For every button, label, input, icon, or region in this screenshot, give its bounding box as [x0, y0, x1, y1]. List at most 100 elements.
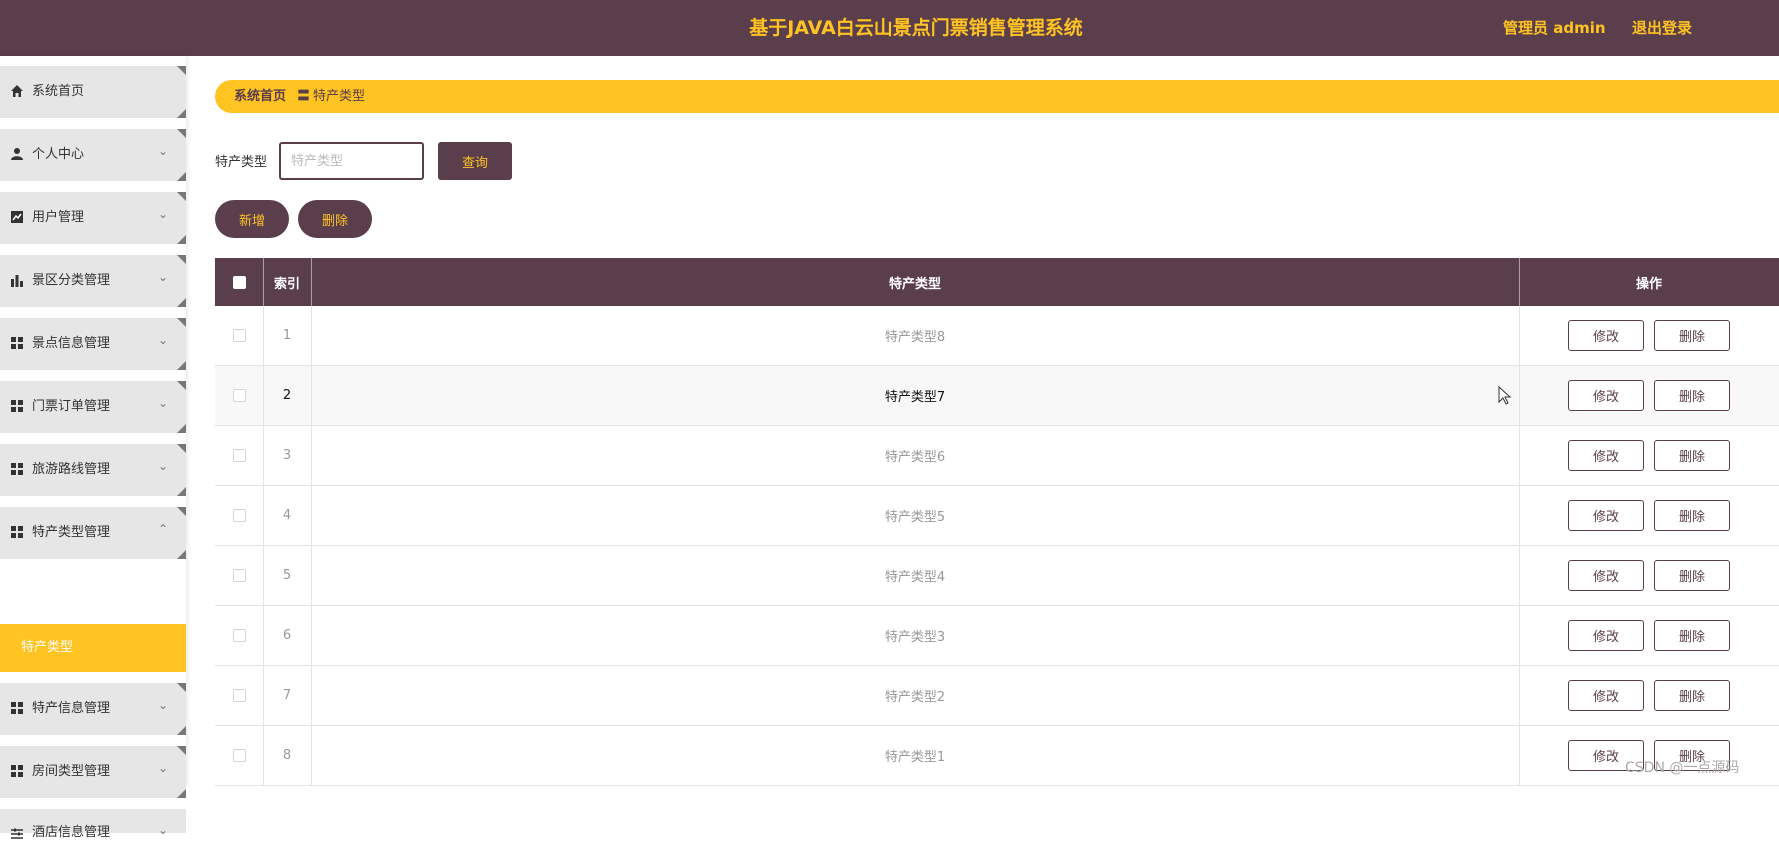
header-index: 索引 [273, 276, 300, 292]
row-checkbox[interactable] [232, 629, 246, 642]
chevron-down-icon: ⌄ [157, 270, 168, 284]
sidebar-item-home[interactable]: 系统首页 [0, 66, 186, 118]
row-type: 特产类型7 [884, 390, 946, 405]
row-type: 特产类型5 [884, 510, 946, 525]
corner-decoration [177, 746, 186, 755]
grid-icon [11, 526, 23, 538]
sidebar-item-travel-routes[interactable]: 旅游路线管理 ⌄ [0, 444, 186, 496]
watermark: CSDN @一点源码 [1625, 760, 1740, 776]
grid-icon [11, 765, 23, 777]
sidebar-item-specialty-info[interactable]: 特产信息管理 ⌄ [0, 683, 186, 735]
chevron-down-icon: ⌄ [157, 459, 168, 473]
edit-button[interactable]: 修改 [1568, 320, 1644, 351]
bar-chart-icon [11, 275, 23, 287]
sidebar-item-label: 房间类型管理 [32, 764, 111, 779]
sidebar-item-label: 旅游路线管理 [32, 462, 111, 477]
table-row[interactable]: 1 特产类型8 修改 删除 [215, 306, 1779, 366]
edit-button[interactable]: 修改 [1568, 560, 1644, 591]
add-button[interactable]: 新增 [215, 200, 289, 238]
row-type: 特产类型3 [884, 630, 946, 645]
row-checkbox[interactable] [232, 569, 246, 582]
corner-decoration [177, 683, 186, 692]
admin-user[interactable]: 管理员 admin [1503, 0, 1606, 56]
row-checkbox[interactable] [232, 329, 246, 342]
delete-button[interactable]: 删除 [1654, 560, 1730, 591]
delete-button[interactable]: 删除 [1654, 380, 1730, 411]
top-header: 基于JAVA白云山景点门票销售管理系统 管理员 admin 退出登录 [0, 0, 1779, 56]
edit-button[interactable]: 修改 [1568, 500, 1644, 531]
grid-icon [11, 702, 23, 714]
table-row[interactable]: 2 特产类型7 修改 删除 [215, 366, 1779, 426]
edit-button[interactable]: 修改 [1568, 680, 1644, 711]
corner-decoration [177, 129, 186, 138]
query-button[interactable]: 查询 [438, 142, 512, 180]
chart-line-icon [11, 211, 23, 223]
table-row[interactable]: 8 特产类型1 修改 删除 [215, 726, 1779, 786]
corner-decoration [177, 361, 186, 370]
corner-decoration [177, 235, 186, 244]
row-checkbox[interactable] [232, 389, 246, 402]
search-input[interactable] [279, 142, 424, 180]
table-row[interactable]: 5 特产类型4 修改 删除 [215, 546, 1779, 606]
row-checkbox[interactable] [232, 689, 246, 702]
row-checkbox[interactable] [232, 749, 246, 762]
corner-decoration [177, 789, 186, 798]
sidebar-item-users[interactable]: 用户管理 ⌄ [0, 192, 186, 244]
row-index: 1 [282, 328, 292, 343]
corner-decoration [177, 381, 186, 390]
sidebar-item-room-types[interactable]: 房间类型管理 ⌄ [0, 746, 186, 798]
row-type: 特产类型6 [884, 450, 946, 465]
sidebar-item-ticket-orders[interactable]: 门票订单管理 ⌄ [0, 381, 186, 433]
sidebar-item-specialty-types[interactable]: 特产类型管理 ⌃ [0, 507, 186, 559]
corner-decoration [177, 550, 186, 559]
corner-decoration [177, 109, 186, 118]
row-type: 特产类型8 [884, 330, 946, 345]
table-row[interactable]: 6 特产类型3 修改 删除 [215, 606, 1779, 666]
header-operations: 操作 [1635, 276, 1662, 292]
corner-decoration [177, 318, 186, 327]
corner-decoration [177, 507, 186, 516]
breadcrumb-home[interactable]: 系统首页 [234, 80, 286, 113]
breadcrumb-current: 特产类型 [313, 89, 366, 104]
row-index: 8 [282, 748, 292, 763]
row-index: 3 [282, 448, 292, 463]
sidebar-item-scenic-category[interactable]: 景区分类管理 ⌄ [0, 255, 186, 307]
corner-decoration [177, 255, 186, 264]
chevron-down-icon: ⌄ [157, 396, 168, 410]
sidebar-subitem-specialty-type[interactable]: 特产类型 [0, 624, 186, 672]
edit-button[interactable]: 修改 [1568, 440, 1644, 471]
edit-button[interactable]: 修改 [1568, 620, 1644, 651]
batch-delete-button[interactable]: 删除 [298, 200, 372, 238]
chevron-down-icon: ⌄ [157, 207, 168, 221]
sidebar-item-label: 酒店信息管理 [32, 825, 111, 840]
search-label: 特产类型 [215, 155, 268, 170]
person-icon [11, 148, 23, 160]
table-row[interactable]: 4 特产类型5 修改 删除 [215, 486, 1779, 546]
header-checkbox-cell [215, 258, 263, 306]
logout-link[interactable]: 退出登录 [1632, 0, 1692, 56]
corner-decoration [177, 298, 186, 307]
row-checkbox[interactable] [232, 449, 246, 462]
corner-decoration [177, 192, 186, 201]
row-type: 特产类型4 [884, 570, 946, 585]
row-index: 7 [282, 688, 292, 703]
chevron-down-icon: ⌄ [157, 333, 168, 347]
edit-button[interactable]: 修改 [1568, 380, 1644, 411]
sidebar-item-label: 用户管理 [32, 210, 85, 225]
delete-button[interactable]: 删除 [1654, 320, 1730, 351]
sidebar-item-personal[interactable]: 个人中心 ⌄ [0, 129, 186, 181]
sidebar-item-hotel-info[interactable]: 酒店信息管理 ⌄ [0, 809, 186, 840]
delete-button[interactable]: 删除 [1654, 680, 1730, 711]
delete-button[interactable]: 删除 [1654, 620, 1730, 651]
delete-button[interactable]: 删除 [1654, 500, 1730, 531]
row-checkbox[interactable] [232, 509, 246, 522]
mouse-cursor-icon [1498, 386, 1512, 405]
sidebar-item-label: 景区分类管理 [32, 273, 111, 288]
table-row[interactable]: 7 特产类型2 修改 删除 [215, 666, 1779, 726]
row-index: 6 [282, 628, 292, 643]
row-index: 2 [282, 388, 292, 403]
table-row[interactable]: 3 特产类型6 修改 删除 [215, 426, 1779, 486]
select-all-checkbox[interactable] [232, 275, 246, 289]
delete-button[interactable]: 删除 [1654, 440, 1730, 471]
sidebar-item-scenic-info[interactable]: 景点信息管理 ⌄ [0, 318, 186, 370]
